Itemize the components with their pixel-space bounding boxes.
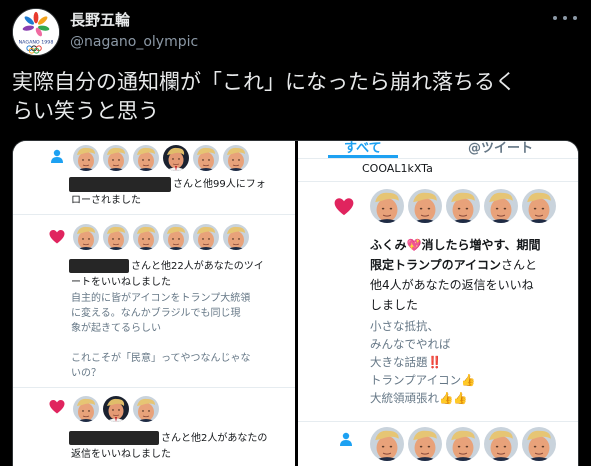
divider <box>298 181 578 182</box>
trump-face-icon[interactable] <box>522 427 556 461</box>
tab-mentions[interactable]: @ツイート <box>468 141 533 156</box>
trump-face-icon[interactable] <box>193 224 219 250</box>
notification-follow: さんと他99人にフォ ローされました <box>13 141 295 213</box>
quoted-tweet: 自主的に皆がアイコンをトランプ大統領 に変える。なんかブラジルでも同じ現 象が起… <box>71 293 251 379</box>
quoted-tweet: 小さな抵抗、 みんなでやれば 大きな話題‼️ トランプアイコン👍 大統領頑張れ👍… <box>370 319 476 405</box>
redacted-name <box>69 177 171 192</box>
trump-face-icon[interactable] <box>133 145 159 171</box>
notification-text: ローされました <box>71 195 141 206</box>
trump-face-icon[interactable] <box>73 396 99 422</box>
redacted-name <box>69 259 129 273</box>
trump-face-icon[interactable] <box>133 224 159 250</box>
heart-icon <box>334 198 354 216</box>
trump-face-icon[interactable] <box>484 427 518 461</box>
svg-text:NAGANO 1998: NAGANO 1998 <box>19 40 54 46</box>
trump-face-icon[interactable] <box>223 145 249 171</box>
avatar[interactable]: NAGANO 1998 <box>12 8 60 56</box>
notification-follow <box>298 425 578 466</box>
notification-text: さんと他2人があなたの <box>161 433 268 444</box>
trump-face-icon[interactable] <box>446 189 480 223</box>
trump-face-icon[interactable] <box>73 224 99 250</box>
heart-icon <box>49 400 65 414</box>
trump-face-icon[interactable] <box>193 145 219 171</box>
trump-face-icon[interactable] <box>446 427 480 461</box>
heart-icon <box>49 230 65 244</box>
tweet-text-line-2: らい笑うと思う <box>12 99 159 123</box>
trump-face-icon[interactable] <box>103 396 129 422</box>
tweet-header: NAGANO 1998 長野五輪 @nagano_olympic <box>12 8 579 58</box>
divider <box>13 214 295 215</box>
right-screenshot: すべて @ツイート COOAL1kXTa ふくみ💖消したら増やす、期間 限定トラ… <box>298 141 578 466</box>
left-screenshot: さんと他99人にフォ ローされました さんと他22人があなたのツイ ートをいいね… <box>13 141 295 466</box>
tab-all[interactable]: すべて <box>344 141 382 156</box>
notification-like: ふくみ💖消したら増やす、期間 限定トランプのアイコンさんと 他4人があなたの返信… <box>298 185 578 419</box>
notification-text: ートをいいねしました <box>71 277 171 288</box>
display-name[interactable]: 長野五輪 <box>70 10 198 30</box>
trump-face-icon[interactable] <box>133 396 159 422</box>
divider <box>13 387 295 388</box>
tweet-text: 実際自分の通知欄が「これ」になったら崩れ落ちるく らい笑うと思う <box>12 68 579 126</box>
notification-text: さんと他22人があなたのツイ <box>131 261 264 272</box>
notification-text: さんと他99人にフォ <box>173 179 266 190</box>
trump-face-icon[interactable] <box>73 145 99 171</box>
tweet-text-line-1: 実際自分の通知欄が「これ」になったら崩れ落ちるく <box>12 70 516 94</box>
heart-icon: 💖 <box>406 238 422 252</box>
trump-face-icon[interactable] <box>522 189 556 223</box>
trump-face-icon[interactable] <box>163 224 189 250</box>
trump-face-icon[interactable] <box>370 189 404 223</box>
notification-like: さんと他2人があなたの 返信をいいねしました <box>13 391 295 466</box>
notification-text: ふくみ💖消したら増やす、期間 限定トランプのアイコンさんと 他4人があなたの返信… <box>370 238 541 312</box>
nagano-logo-icon: NAGANO 1998 <box>13 9 59 55</box>
trump-face-icon[interactable] <box>370 427 404 461</box>
divider <box>298 158 578 159</box>
more-icon[interactable] <box>553 10 577 26</box>
person-icon <box>51 149 63 163</box>
tweet-media[interactable]: さんと他99人にフォ ローされました さんと他22人があなたのツイ ートをいいね… <box>12 140 579 466</box>
trump-face-icon[interactable] <box>103 224 129 250</box>
trump-face-icon[interactable] <box>408 427 442 461</box>
notification-text: 返信をいいねしました <box>71 449 171 460</box>
notification-tabs: すべて @ツイート <box>298 141 578 165</box>
trump-face-icon[interactable] <box>103 145 129 171</box>
trump-face-icon[interactable] <box>408 189 442 223</box>
trump-face-icon[interactable] <box>484 189 518 223</box>
handle[interactable]: @nagano_olympic <box>70 32 198 52</box>
previous-item-text: COOAL1kXTa <box>362 162 433 175</box>
redacted-name <box>69 431 159 445</box>
trump-face-icon[interactable] <box>163 145 189 171</box>
trump-face-icon[interactable] <box>223 224 249 250</box>
person-icon <box>340 432 352 446</box>
notification-like: さんと他22人があなたのツイ ートをいいねしました 自主的に皆がアイコンをトラン… <box>13 219 295 387</box>
divider <box>298 421 578 422</box>
